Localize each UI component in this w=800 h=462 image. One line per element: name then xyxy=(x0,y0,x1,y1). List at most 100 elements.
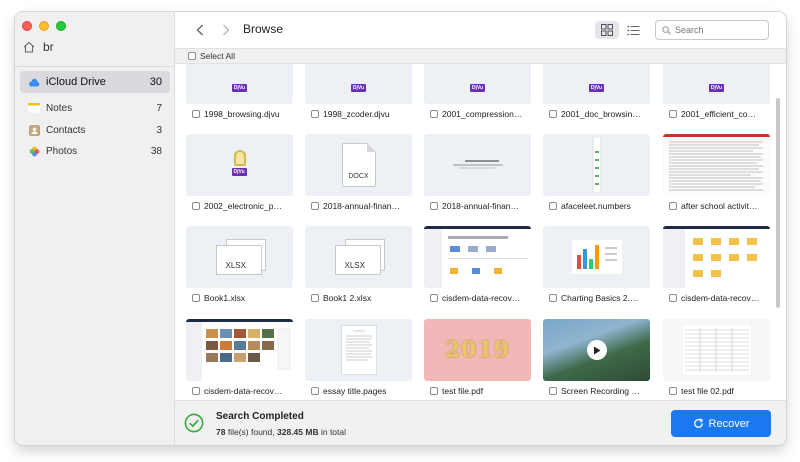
pages-document-preview xyxy=(340,325,377,375)
file-thumbnail[interactable] xyxy=(305,319,412,381)
djvu-file-icon: DjVu xyxy=(230,150,250,180)
file-thumbnail[interactable] xyxy=(663,319,770,381)
file-thumbnail[interactable]: 2019 xyxy=(424,319,531,381)
file-checkbox[interactable] xyxy=(549,110,557,118)
recover-button[interactable]: Recover xyxy=(671,410,771,437)
file-tile[interactable]: cisdem-data-recov… xyxy=(663,226,770,310)
file-thumbnail[interactable] xyxy=(543,134,650,196)
sidebar-item-notes[interactable]: Notes 7 xyxy=(20,97,170,119)
file-thumbnail[interactable]: DjVu xyxy=(663,64,770,104)
back-button[interactable] xyxy=(192,22,208,38)
file-tile[interactable]: Screen Recording … xyxy=(543,319,650,400)
sidebar-item-label: iCloud Drive xyxy=(46,76,106,88)
file-name: Screen Recording … xyxy=(561,386,640,396)
file-thumbnail[interactable]: DjVu xyxy=(305,64,412,104)
sidebar-item-label: Contacts xyxy=(46,124,86,136)
file-checkbox[interactable] xyxy=(430,110,438,118)
file-thumbnail[interactable]: DjVu xyxy=(543,64,650,104)
file-checkbox[interactable] xyxy=(311,387,319,395)
file-checkbox[interactable] xyxy=(430,387,438,395)
file-thumbnail[interactable] xyxy=(424,226,531,288)
file-checkbox[interactable] xyxy=(669,387,677,395)
zoom-window-button[interactable] xyxy=(56,21,66,31)
file-checkbox[interactable] xyxy=(311,110,319,118)
file-tile[interactable]: DjVu 1998_zcoder.djvu xyxy=(305,64,412,126)
file-thumbnail[interactable] xyxy=(663,226,770,288)
notes-icon xyxy=(28,102,40,114)
file-checkbox[interactable] xyxy=(311,294,319,302)
file-tile[interactable]: DOCX 2018-annual-finan… xyxy=(305,134,412,218)
file-name: cisdem-data-recov… xyxy=(204,386,283,396)
file-checkbox[interactable] xyxy=(669,202,677,210)
file-checkbox[interactable] xyxy=(192,294,200,302)
sidebar-item-contacts[interactable]: Contacts 3 xyxy=(20,119,170,141)
file-checkbox[interactable] xyxy=(549,387,557,395)
file-checkbox[interactable] xyxy=(430,202,438,210)
forward-button[interactable] xyxy=(218,22,234,38)
file-tile[interactable]: 2019 test file.pdf xyxy=(424,319,531,400)
djvu-badge: DjVu xyxy=(231,168,247,176)
sidebar-item-count: 7 xyxy=(156,102,162,114)
file-tile[interactable]: test file 02.pdf xyxy=(663,319,770,400)
refresh-icon xyxy=(693,418,703,428)
file-tile[interactable]: XLSX Book1 2.xlsx xyxy=(305,226,412,310)
close-window-button[interactable] xyxy=(22,21,32,31)
select-all-label[interactable]: Select All xyxy=(200,51,235,61)
file-tile[interactable]: DjVu 2001_efficient_co… xyxy=(663,64,770,126)
file-checkbox[interactable] xyxy=(430,294,438,302)
file-tile[interactable]: cisdem-data-recov… xyxy=(186,319,293,400)
file-tile[interactable]: Charting Basics 2.… xyxy=(543,226,650,310)
list-view-button[interactable] xyxy=(621,21,645,39)
file-checkbox[interactable] xyxy=(549,294,557,302)
file-checkbox[interactable] xyxy=(549,202,557,210)
minimize-window-button[interactable] xyxy=(39,21,49,31)
file-thumbnail[interactable]: DjVu xyxy=(186,134,293,196)
file-thumbnail[interactable] xyxy=(424,134,531,196)
list-icon xyxy=(626,25,639,35)
search-box[interactable] xyxy=(655,20,769,40)
video-thumbnail[interactable] xyxy=(543,319,650,381)
file-name: after school activit… xyxy=(681,201,758,211)
file-tile[interactable]: afaceleet.numbers xyxy=(543,134,650,218)
file-tile[interactable]: cisdem-data-recov… xyxy=(424,226,531,310)
play-button[interactable] xyxy=(586,340,607,360)
file-tile[interactable]: DjVu 2002_electronic_p… xyxy=(186,134,293,218)
search-input[interactable] xyxy=(675,25,765,35)
file-name: afaceleet.numbers xyxy=(561,201,631,211)
sidebar-item-photos[interactable]: Photos 38 xyxy=(20,140,170,162)
file-name: 2018-annual-finan… xyxy=(323,201,401,211)
docx-label: DOCX xyxy=(348,173,369,180)
breadcrumb[interactable]: br xyxy=(22,40,54,54)
file-thumbnail[interactable]: XLSX xyxy=(305,226,412,288)
file-name: 2001_compression… xyxy=(442,109,523,119)
file-thumbnail[interactable]: DjVu xyxy=(424,64,531,104)
file-checkbox[interactable] xyxy=(669,110,677,118)
grid-view-button[interactable] xyxy=(595,21,619,39)
file-thumbnail[interactable] xyxy=(543,226,650,288)
sidebar-item-icloud-drive[interactable]: iCloud Drive 30 xyxy=(20,71,170,93)
file-tile[interactable]: DjVu 2001_doc_browsin… xyxy=(543,64,650,126)
file-checkbox[interactable] xyxy=(192,110,200,118)
file-checkbox[interactable] xyxy=(669,294,677,302)
cloud-icon xyxy=(28,76,40,88)
file-tile[interactable]: essay title.pages xyxy=(305,319,412,400)
file-name: test file 02.pdf xyxy=(681,386,734,396)
toolbar: Browse xyxy=(175,12,786,48)
file-checkbox[interactable] xyxy=(311,202,319,210)
status-bar: Search Completed 78 file(s) found, 328.4… xyxy=(175,400,786,445)
file-tile[interactable]: DjVu 2001_compression… xyxy=(424,64,531,126)
file-tile[interactable]: XLSX Book1.xlsx xyxy=(186,226,293,310)
file-thumbnail[interactable]: DjVu xyxy=(186,64,293,104)
vertical-scrollbar[interactable] xyxy=(776,98,780,308)
file-tile[interactable]: 2018-annual-finan… xyxy=(424,134,531,218)
file-tile[interactable]: DjVu 1998_browsing.djvu xyxy=(186,64,293,126)
file-tile[interactable]: after school activit… xyxy=(663,134,770,218)
file-checkbox[interactable] xyxy=(192,387,200,395)
file-thumbnail[interactable] xyxy=(186,319,293,381)
file-thumbnail[interactable]: DOCX xyxy=(305,134,412,196)
select-all-checkbox[interactable] xyxy=(188,52,196,60)
file-thumbnail[interactable]: XLSX xyxy=(186,226,293,288)
file-name: test file.pdf xyxy=(442,386,484,396)
file-thumbnail[interactable] xyxy=(663,134,770,196)
file-checkbox[interactable] xyxy=(192,202,200,210)
